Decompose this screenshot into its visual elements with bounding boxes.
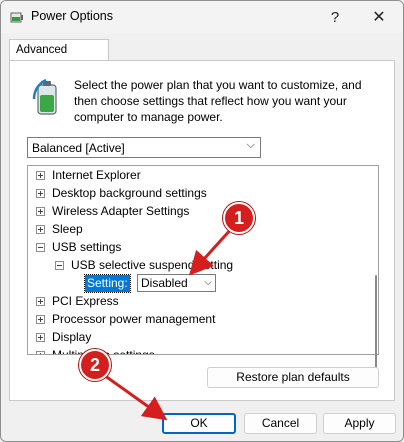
cancel-button[interactable]: Cancel	[244, 413, 317, 434]
tree-item-label: PCI Express	[52, 294, 119, 308]
setting-value-dropdown[interactable]: Disabled ⌵	[137, 274, 216, 292]
setting-label: Setting:	[84, 274, 131, 293]
collapse-icon[interactable]	[55, 261, 64, 270]
expand-icon[interactable]	[36, 315, 45, 324]
settings-tree[interactable]: Internet Explorer Desktop background set…	[27, 165, 379, 355]
expand-icon[interactable]	[36, 171, 45, 180]
expand-icon[interactable]	[36, 207, 45, 216]
tree-scrollbar[interactable]	[373, 165, 379, 385]
description-text: Select the power plan that you want to c…	[74, 78, 362, 124]
tab-advanced-settings[interactable]: Advanced settings	[9, 39, 109, 77]
chevron-down-icon: ⌵	[246, 139, 255, 151]
window-title: Power Options	[31, 9, 113, 23]
tree-item-label: Sleep	[52, 222, 83, 236]
title-bar: Power Options ? ✕	[1, 1, 403, 33]
chevron-down-icon: ⌵	[204, 277, 212, 288]
ok-button[interactable]: OK	[162, 413, 236, 434]
power-options-window: Power Options ? ✕ Advanced settings Sele…	[0, 0, 404, 442]
help-button[interactable]: ?	[313, 3, 357, 31]
setting-row: Setting: Disabled ⌵	[28, 274, 378, 293]
tree-item-label: Desktop background settings	[52, 186, 207, 200]
restore-defaults-button[interactable]: Restore plan defaults	[207, 367, 379, 388]
tree-item-label: Processor power management	[52, 312, 216, 326]
tree-item-label: Internet Explorer	[52, 168, 141, 182]
expand-icon[interactable]	[36, 333, 45, 342]
collapse-icon[interactable]	[36, 243, 45, 252]
battery-icon	[32, 78, 57, 115]
step-2-badge: 2	[79, 349, 111, 381]
tree-item-label: Wireless Adapter Settings	[52, 204, 190, 218]
close-button[interactable]: ✕	[357, 3, 401, 31]
expand-icon[interactable]	[36, 351, 45, 354]
tree-item-label: Display	[52, 330, 92, 344]
setting-value: Disabled	[141, 276, 188, 290]
expand-icon[interactable]	[36, 297, 45, 306]
expand-icon[interactable]	[36, 225, 45, 234]
power-options-icon	[10, 12, 23, 23]
tree-item-label: USB settings	[52, 240, 122, 254]
apply-button[interactable]: Apply	[323, 413, 396, 434]
power-plan-select[interactable]: Balanced [Active] ⌵	[27, 137, 261, 158]
settings-panel: Select the power plan that you want to c…	[9, 60, 395, 401]
step-1-badge: 1	[223, 202, 255, 234]
power-plan-value: Balanced [Active]	[32, 141, 125, 155]
tree-item-label: USB selective suspend setting	[71, 258, 234, 272]
expand-icon[interactable]	[36, 189, 45, 198]
